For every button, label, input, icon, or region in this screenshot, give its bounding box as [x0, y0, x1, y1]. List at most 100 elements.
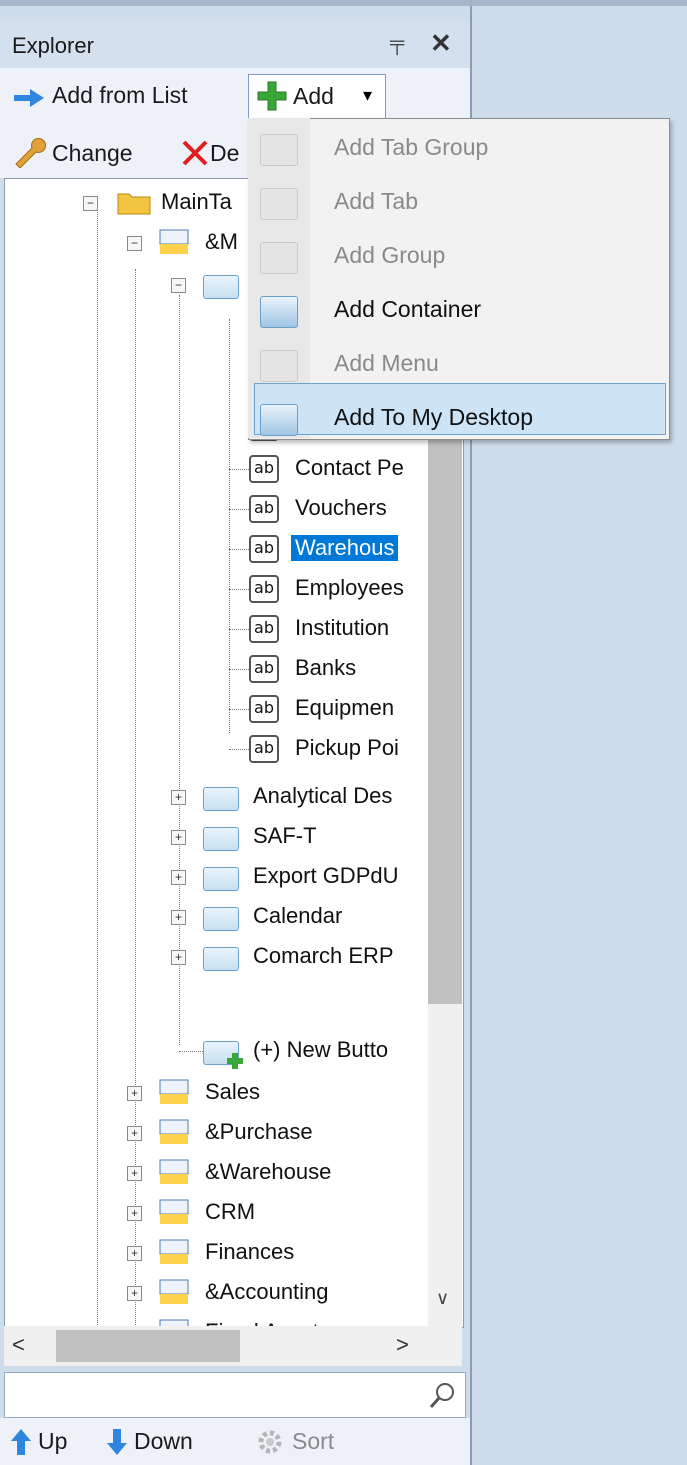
arrow-up-icon	[11, 1429, 31, 1455]
expand-icon[interactable]: +	[127, 1126, 142, 1141]
expand-icon[interactable]: +	[127, 1206, 142, 1221]
tree-node-label: Banks	[295, 655, 357, 680]
add-button[interactable]: Add ▾	[248, 74, 386, 120]
tree-node-label: Export GDPdU	[253, 863, 399, 888]
expand-icon[interactable]: +	[171, 790, 186, 805]
close-icon[interactable]: ✕	[430, 28, 452, 59]
plus-icon	[227, 1053, 243, 1069]
menu-item-label: Add Container	[334, 296, 482, 322]
tree-node-group[interactable]: + Analytical Des	[5, 779, 425, 815]
tree-node-button[interactable]: ab Banks	[5, 651, 425, 687]
tree-node-button[interactable]: ab Pickup Poi	[5, 731, 425, 767]
vertical-scroll-thumb[interactable]	[428, 410, 462, 1004]
add-label: Add	[293, 83, 334, 109]
tab-icon	[159, 229, 189, 254]
horizontal-scroll-thumb[interactable]	[56, 1330, 240, 1362]
tab-icon	[159, 1119, 189, 1144]
tree-node-label: &Warehouse	[205, 1159, 332, 1184]
collapse-icon[interactable]: −	[127, 236, 142, 251]
button-icon: ab	[249, 655, 279, 683]
tree-node-tab[interactable]: + &Purchase	[5, 1115, 425, 1151]
search-icon[interactable]	[428, 1380, 458, 1410]
button-icon: ab	[249, 695, 279, 723]
tree-guide-line	[229, 709, 249, 710]
tree-node-label: Pickup Poi	[295, 735, 399, 760]
tree-node-label: Employees	[295, 575, 404, 600]
tree-node-label: Equipmen	[295, 695, 395, 720]
button-icon: ab	[249, 575, 279, 603]
tree-node-new-button[interactable]: (+) New Butto	[5, 1033, 425, 1069]
expand-icon[interactable]: +	[127, 1086, 142, 1101]
tree-node-label: Calendar	[253, 903, 343, 928]
scroll-left-icon[interactable]: <	[12, 1332, 25, 1358]
tree-node-group[interactable]: + SAF-T	[5, 819, 425, 855]
up-label: Up	[38, 1428, 68, 1454]
tree-node-button[interactable]: ab Institution	[5, 611, 425, 647]
tree-node-label: CRM	[205, 1199, 256, 1224]
expand-icon[interactable]: +	[171, 910, 186, 925]
expand-icon[interactable]: +	[171, 870, 186, 885]
arrow-down-icon	[107, 1429, 127, 1455]
tree-node-button[interactable]: ab Employees	[5, 571, 425, 607]
tree-search-input[interactable]	[4, 1372, 466, 1418]
tree-guide-line	[229, 749, 249, 750]
tree-node-label: MainTa	[161, 189, 232, 214]
tree-node-button[interactable]: ab Warehous	[5, 531, 425, 567]
gear-icon	[258, 1430, 282, 1454]
tree-node-tab[interactable]: + &Accounting	[5, 1275, 425, 1311]
menu-item-menu: Add Menu	[250, 340, 664, 390]
collapse-icon[interactable]: −	[171, 278, 186, 293]
tree-node-label: (+) New Butto	[253, 1037, 389, 1062]
menu-item-desktop[interactable]: Add To My Desktop	[250, 394, 664, 444]
tab-group-icon	[260, 134, 298, 166]
dropdown-arrow-icon: ▾	[363, 85, 373, 105]
delete-x-icon	[182, 140, 208, 166]
expand-icon[interactable]: +	[127, 1246, 142, 1261]
tree-node-label: &Purchase	[205, 1119, 313, 1144]
tree-node-tab[interactable]: + CRM	[5, 1195, 425, 1231]
group-icon	[203, 907, 239, 931]
tree-node-label: Sales	[205, 1079, 261, 1104]
menu-item-label: Add Tab Group	[334, 134, 489, 160]
tree-node-label: Comarch ERP	[253, 943, 394, 968]
tree-node-button[interactable]: ab Equipmen	[5, 691, 425, 727]
tree-guide-line	[229, 549, 249, 550]
group-icon	[203, 947, 239, 971]
expand-icon[interactable]: +	[127, 1166, 142, 1181]
menu-item-container[interactable]: Add Container	[250, 286, 664, 336]
tab-icon	[159, 1199, 189, 1224]
tree-node-button[interactable]: ab Contact Pe	[5, 451, 425, 487]
tree-guide-line	[229, 589, 249, 590]
expand-icon[interactable]: +	[171, 950, 186, 965]
group-icon	[203, 827, 239, 851]
menu-item-group: Add Group	[250, 232, 664, 282]
tab-icon	[260, 188, 298, 220]
tree-node-button[interactable]: ab Vouchers	[5, 491, 425, 527]
button-icon: ab	[249, 735, 279, 763]
tree-node-label: &M	[205, 229, 238, 254]
tab-icon	[159, 1159, 189, 1184]
tree-node-group[interactable]: + Export GDPdU	[5, 859, 425, 895]
tree-node-tab[interactable]: + Sales	[5, 1075, 425, 1111]
container-icon	[260, 296, 298, 328]
scroll-right-icon[interactable]: >	[396, 1332, 409, 1358]
tree-node-group[interactable]: + Calendar	[5, 899, 425, 935]
group-icon	[203, 275, 239, 299]
menu-item-label: Add Group	[334, 242, 446, 268]
expand-icon[interactable]: +	[127, 1286, 142, 1301]
top-border	[0, 0, 687, 6]
sort-label: Sort	[292, 1428, 335, 1454]
scroll-down-icon[interactable]: ∨	[436, 1288, 449, 1309]
pin-icon[interactable]: ╤	[390, 32, 404, 55]
expand-icon[interactable]: +	[171, 830, 186, 845]
tree-node-label: Contact Pe	[295, 455, 404, 480]
tree-node-tab[interactable]: + &Warehouse	[5, 1155, 425, 1191]
button-icon: ab	[249, 535, 279, 563]
plus-icon	[257, 81, 287, 111]
collapse-icon[interactable]: −	[83, 196, 98, 211]
tree-node-group[interactable]: + Comarch ERP	[5, 939, 425, 975]
folder-icon	[117, 193, 151, 215]
tree-node-tab[interactable]: + Finances	[5, 1235, 425, 1271]
tab-icon	[159, 1239, 189, 1264]
down-label: Down	[134, 1428, 193, 1454]
